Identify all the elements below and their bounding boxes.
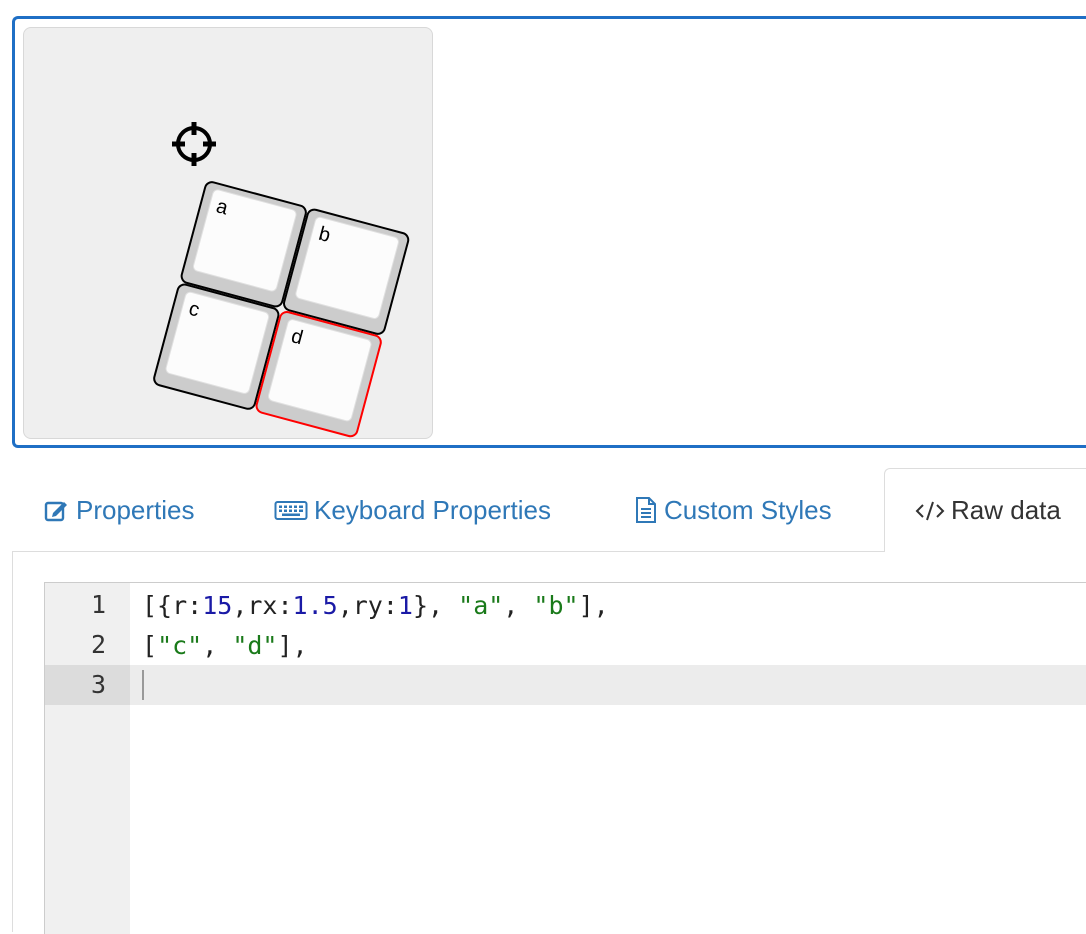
keyboard-icon	[274, 501, 308, 520]
line-content: [{r:15,rx:1.5,ry:1}, "a", "b"],	[130, 591, 609, 620]
code-token: "c"	[157, 630, 203, 660]
code-token: 1.5	[292, 590, 338, 620]
edit-icon	[44, 501, 67, 522]
code-token: },	[412, 590, 459, 620]
code-token: 15	[202, 590, 233, 620]
code-token: [	[142, 630, 158, 660]
tab-keyboard-properties[interactable]: Keyboard Properties	[274, 468, 551, 552]
code-line-2[interactable]: 2 ["c", "d"],	[45, 625, 1086, 665]
tab-label: Raw data	[951, 495, 1061, 525]
code-icon	[915, 501, 945, 520]
line-number: 2	[90, 630, 106, 659]
code-token: ,	[503, 590, 534, 620]
code-line-3[interactable]: 3	[45, 665, 1086, 705]
code-token: "d"	[232, 630, 278, 660]
properties-tabs: Properties Keyboard Properties Custom St…	[12, 468, 1086, 553]
tab-raw-data[interactable]: Raw data	[884, 468, 1086, 553]
document-icon	[636, 497, 656, 523]
keyboard-editor-frame: a b c d	[12, 16, 1086, 448]
code-token: ],	[578, 590, 609, 620]
line-content: ["c", "d"],	[130, 631, 308, 660]
tab-label: Keyboard Properties	[314, 494, 552, 525]
keyboard-layout[interactable]: a b c d	[24, 28, 434, 440]
code-line-1[interactable]: 1 [{r:15,rx:1.5,ry:1}, "a", "b"],	[45, 585, 1086, 625]
code-token: "b"	[533, 590, 579, 620]
tab-label: Properties	[76, 494, 195, 525]
code-token: ,rx:	[232, 590, 293, 620]
line-number: 1	[90, 590, 106, 619]
tab-label: Custom Styles	[664, 494, 832, 525]
rotation-origin-icon[interactable]	[172, 122, 216, 166]
line-number: 3	[45, 665, 130, 705]
keyboard-canvas[interactable]: a b c d	[23, 27, 433, 439]
code-token: ,ry:	[337, 590, 398, 620]
code-token: [{r:	[142, 590, 203, 620]
tab-properties[interactable]: Properties	[44, 468, 195, 552]
code-token: "a"	[458, 590, 504, 620]
code-token: ],	[277, 630, 308, 660]
raw-data-editor[interactable]: 1 [{r:15,rx:1.5,ry:1}, "a", "b"], 2 ["c"…	[44, 582, 1086, 934]
text-cursor	[142, 670, 144, 700]
tab-custom-styles[interactable]: Custom Styles	[634, 468, 832, 552]
code-token: ,	[202, 630, 233, 660]
code-token: 1	[397, 590, 413, 620]
